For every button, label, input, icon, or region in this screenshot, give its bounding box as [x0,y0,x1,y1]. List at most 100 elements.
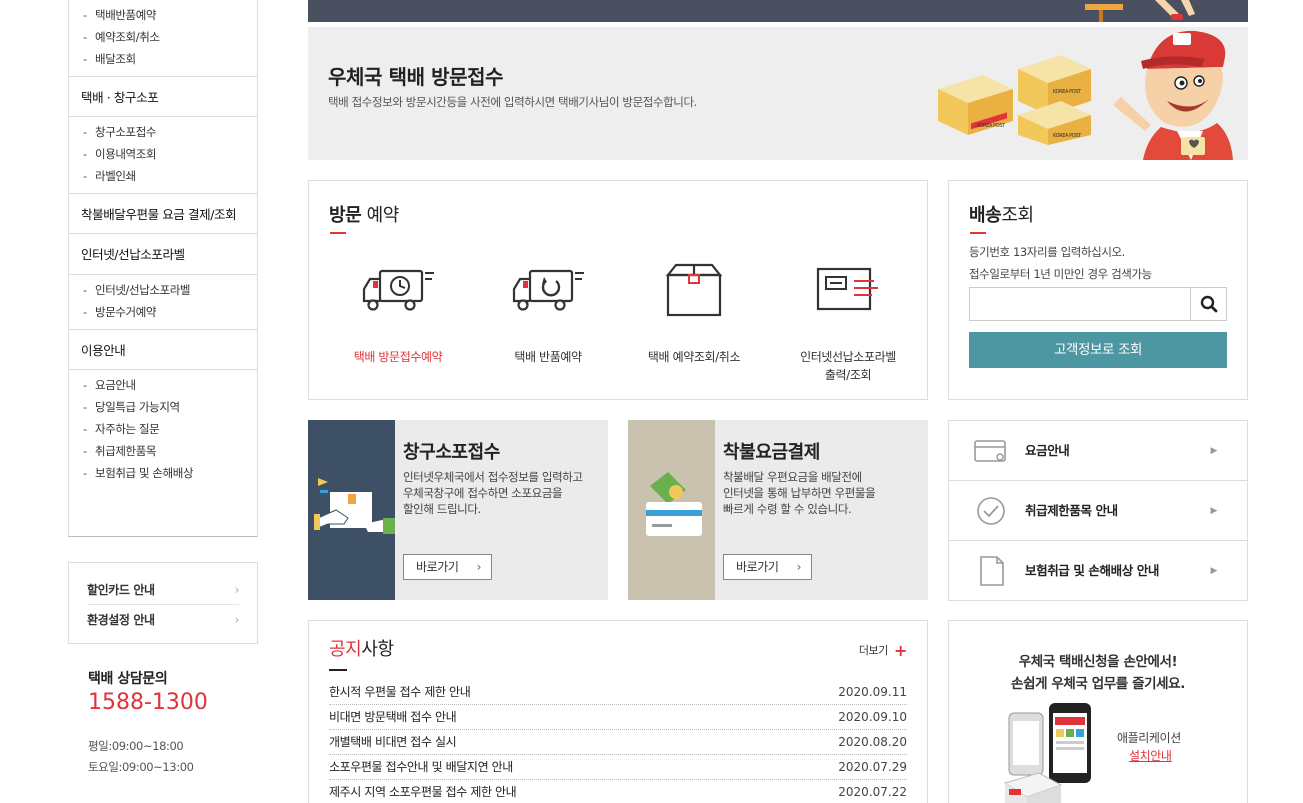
document-icon [980,556,1004,586]
visit-reservation-panel: 방문 예약 택배 방문접수예약 택배 반품예약 택배 예약조회/취소 인터넷선납… [308,180,928,400]
tracking-number-input[interactable] [970,288,1190,320]
customer-info-lookup-button[interactable]: 고객정보로 조회 [969,332,1227,368]
label-print-icon [816,267,878,311]
notice-row-title: 한시적 우편물 접수 제한 안내 [329,685,471,699]
visit-internet-label-link[interactable]: 인터넷선납소포라벨 출력/조회 [773,261,923,384]
card-icon [974,440,1006,462]
track-guide: 등기번호 13자리를 입력하십시오. 접수일로부터 1년 미만인 경우 검색가능 [969,241,1152,285]
sidebar-category-guide[interactable]: 이용안내 [69,329,257,370]
insurance-guide-link[interactable]: 보험취급 및 손해배상 안내 ▶ [949,541,1247,601]
cod-payment-promo: 착불요금결제 착불배달 우편요금을 배달전에 인터넷을 통해 납부하면 우편물을… [628,420,928,600]
cs-title: 택배 상담문의 [88,671,168,687]
check-circle-icon [977,497,1005,525]
track-guide-line2: 접수일로부터 1년 미만인 경우 검색가능 [969,267,1152,281]
notice-row[interactable]: 개별택배 비대면 접수 실시 2020.08.20 [329,730,907,755]
notice-row-date: 2020.08.20 [838,735,907,749]
track-guide-line1: 등기번호 13자리를 입력하십시오. [969,245,1125,259]
sidebar-item-express-area[interactable]: 당일특급 가능지역 [83,396,257,418]
sidebar-item-usage-history[interactable]: 이용내역조회 [83,143,257,165]
visit-return-reservation-link[interactable]: 택배 반품예약 [473,261,623,366]
rates-guide-link[interactable]: 요금안내 ▶ [949,421,1247,481]
sidebar-item-pickup-reservation[interactable]: 방문수거예약 [83,301,257,323]
visit-inquiry-label: 택배 예약조회/취소 [647,350,741,364]
cs-hours-weekday: 평일:09:00~18:00 [88,739,184,753]
visit-pickup-reservation-link[interactable]: 택배 방문접수예약 [323,261,473,366]
box-label: KOREA POST [977,123,1006,129]
counter-parcel-promo: 창구소포접수 인터넷우체국에서 접수정보를 입력하고 우체국창구에 접수하면 소… [308,420,608,600]
track-section-title: 배송조회 [969,201,1034,227]
cod-payment-go-button[interactable]: 바로가기 › [723,554,812,580]
counter-parcel-desc: 인터넷우체국에서 접수정보를 입력하고 우체국창구에 접수하면 소포요금을 할인… [403,469,603,517]
go-button-label: 바로가기 [736,560,779,574]
counter-parcel-title: 창구소포접수 [403,442,500,463]
sidebar-category-counter[interactable]: 택배 · 창구소포 [69,76,257,117]
restricted-items-link[interactable]: 취급제한품목 안내 ▶ [949,481,1247,541]
app-promo-text: 우체국 택배신청을 손안에서! 손쉽게 우체국 업무를 즐기세요. [949,651,1247,695]
sidebar-item-restricted-items[interactable]: 취급제한품목 [83,440,257,462]
arrow-right-icon: ▶ [1210,506,1217,516]
notice-row-date: 2020.07.22 [838,785,907,799]
tracking-search-button[interactable] [1190,288,1226,320]
insurance-guide-label: 보험취급 및 손해배상 안내 [1025,563,1159,578]
sidebar-category-cod[interactable]: 착불배달우편물 요금 결제/조회 [69,193,257,234]
banner-title: 우체국 택배 방문접수 [328,65,504,89]
chevron-right-icon: › [234,613,240,627]
arrow-right-icon: ▶ [1210,566,1217,576]
notice-row[interactable]: 한시적 우편물 접수 제한 안내 2020.09.11 [329,680,907,705]
app-promo-line1: 우체국 택배신청을 손안에서! [1018,654,1178,670]
settings-guide-link[interactable]: 환경설정 안내 › [87,605,239,635]
cod-payment-desc-line1: 착불배달 우편요금을 배달전에 [723,470,862,484]
visit-section-title: 방문 예약 [329,201,399,227]
visit-banner: 우체국 택배 방문접수 택배 접수정보와 방문시간등을 사전에 입력하시면 택배… [308,27,1248,160]
sidebar-nav: 택배반품예약 예약조회/취소 배달조회 택배 · 창구소포 창구소포접수 이용내… [68,0,258,537]
go-button-label: 바로가기 [416,560,459,574]
cod-payment-desc-line3: 빠르게 수령 할 수 있습니다. [723,502,852,516]
notice-title-red: 공지 [329,639,362,660]
counter-parcel-go-button[interactable]: 바로가기 › [403,554,492,580]
visit-title-bold: 방문 [329,205,362,226]
sidebar-item-rates[interactable]: 요금안내 [83,374,257,396]
parcel-handover-illustration [308,420,395,600]
notice-row[interactable]: 제주시 지역 소포우편물 접수 제한 안내 2020.07.22 [329,780,907,803]
truck-return-icon [512,269,584,311]
app-install-link[interactable]: 설치안내 [1129,747,1172,764]
notice-row-date: 2020.09.11 [838,685,907,699]
cod-payment-title: 착불요금결제 [723,442,820,463]
sidebar-item-label-print[interactable]: 라벨인쇄 [83,165,257,187]
card-payment-illustration [628,420,715,600]
sidebar-item-delivery-tracking[interactable]: 배달조회 [83,48,257,70]
notice-row[interactable]: 비대면 방문택배 접수 안내 2020.09.10 [329,705,907,730]
chevron-right-icon: › [234,583,240,597]
sidebar-item-faq[interactable]: 자주하는 질문 [83,418,257,440]
notice-more-link[interactable]: 더보기 + [859,641,908,660]
visit-pickup-label: 택배 방문접수예약 [353,350,443,364]
notice-row[interactable]: 소포우편물 접수안내 및 배달지연 안내 2020.07.29 [329,755,907,780]
sidebar-item-reservation-inquiry[interactable]: 예약조회/취소 [83,26,257,48]
track-title-rest: 조회 [1001,205,1034,226]
mascot-legs-illustration [1085,0,1195,22]
settings-guide-label: 환경설정 안내 [87,613,155,627]
visit-inquiry-cancel-link[interactable]: 택배 예약조회/취소 [619,261,769,366]
arrow-right-icon: ▶ [1210,446,1217,456]
cs-phone-number: 1588-1300 [88,690,208,715]
title-underline [330,232,346,234]
sidebar-category-internet-label[interactable]: 인터넷/선납소포라벨 [69,234,257,275]
info-links-panel: 요금안내 ▶ 취급제한품목 안내 ▶ 보험취급 및 손해배상 안내 ▶ [948,420,1248,601]
sidebar-item-insurance[interactable]: 보험취급 및 손해배상 [83,462,257,484]
notice-title: 공지사항 [329,635,394,661]
cs-hours: 평일:09:00~18:00 토요일:09:00~13:00 [88,736,194,778]
sidebar-group-internet: 인터넷/선납소포라벨 방문수거예약 [69,275,257,329]
visit-title-rest: 예약 [361,205,400,226]
parcel-box-icon [665,263,723,317]
sidebar-item-return-reservation[interactable]: 택배반품예약 [83,4,257,26]
delivery-tracking-panel: 배송조회 등기번호 13자리를 입력하십시오. 접수일로부터 1년 미만인 경우… [948,180,1248,400]
sidebar-links-box: 할인카드 안내 › 환경설정 안내 › [68,562,258,644]
counter-parcel-desc-line1: 인터넷우체국에서 접수정보를 입력하고 [403,470,583,484]
search-icon [1200,295,1217,313]
title-underline [329,669,347,671]
notice-row-title: 개별택배 비대면 접수 실시 [329,735,457,749]
box-label: KOREA POST [1053,89,1082,95]
discount-card-link[interactable]: 할인카드 안내 › [87,575,239,605]
sidebar-item-counter-parcel[interactable]: 창구소포접수 [83,121,257,143]
sidebar-item-internet-label[interactable]: 인터넷/선납소포라벨 [83,279,257,301]
